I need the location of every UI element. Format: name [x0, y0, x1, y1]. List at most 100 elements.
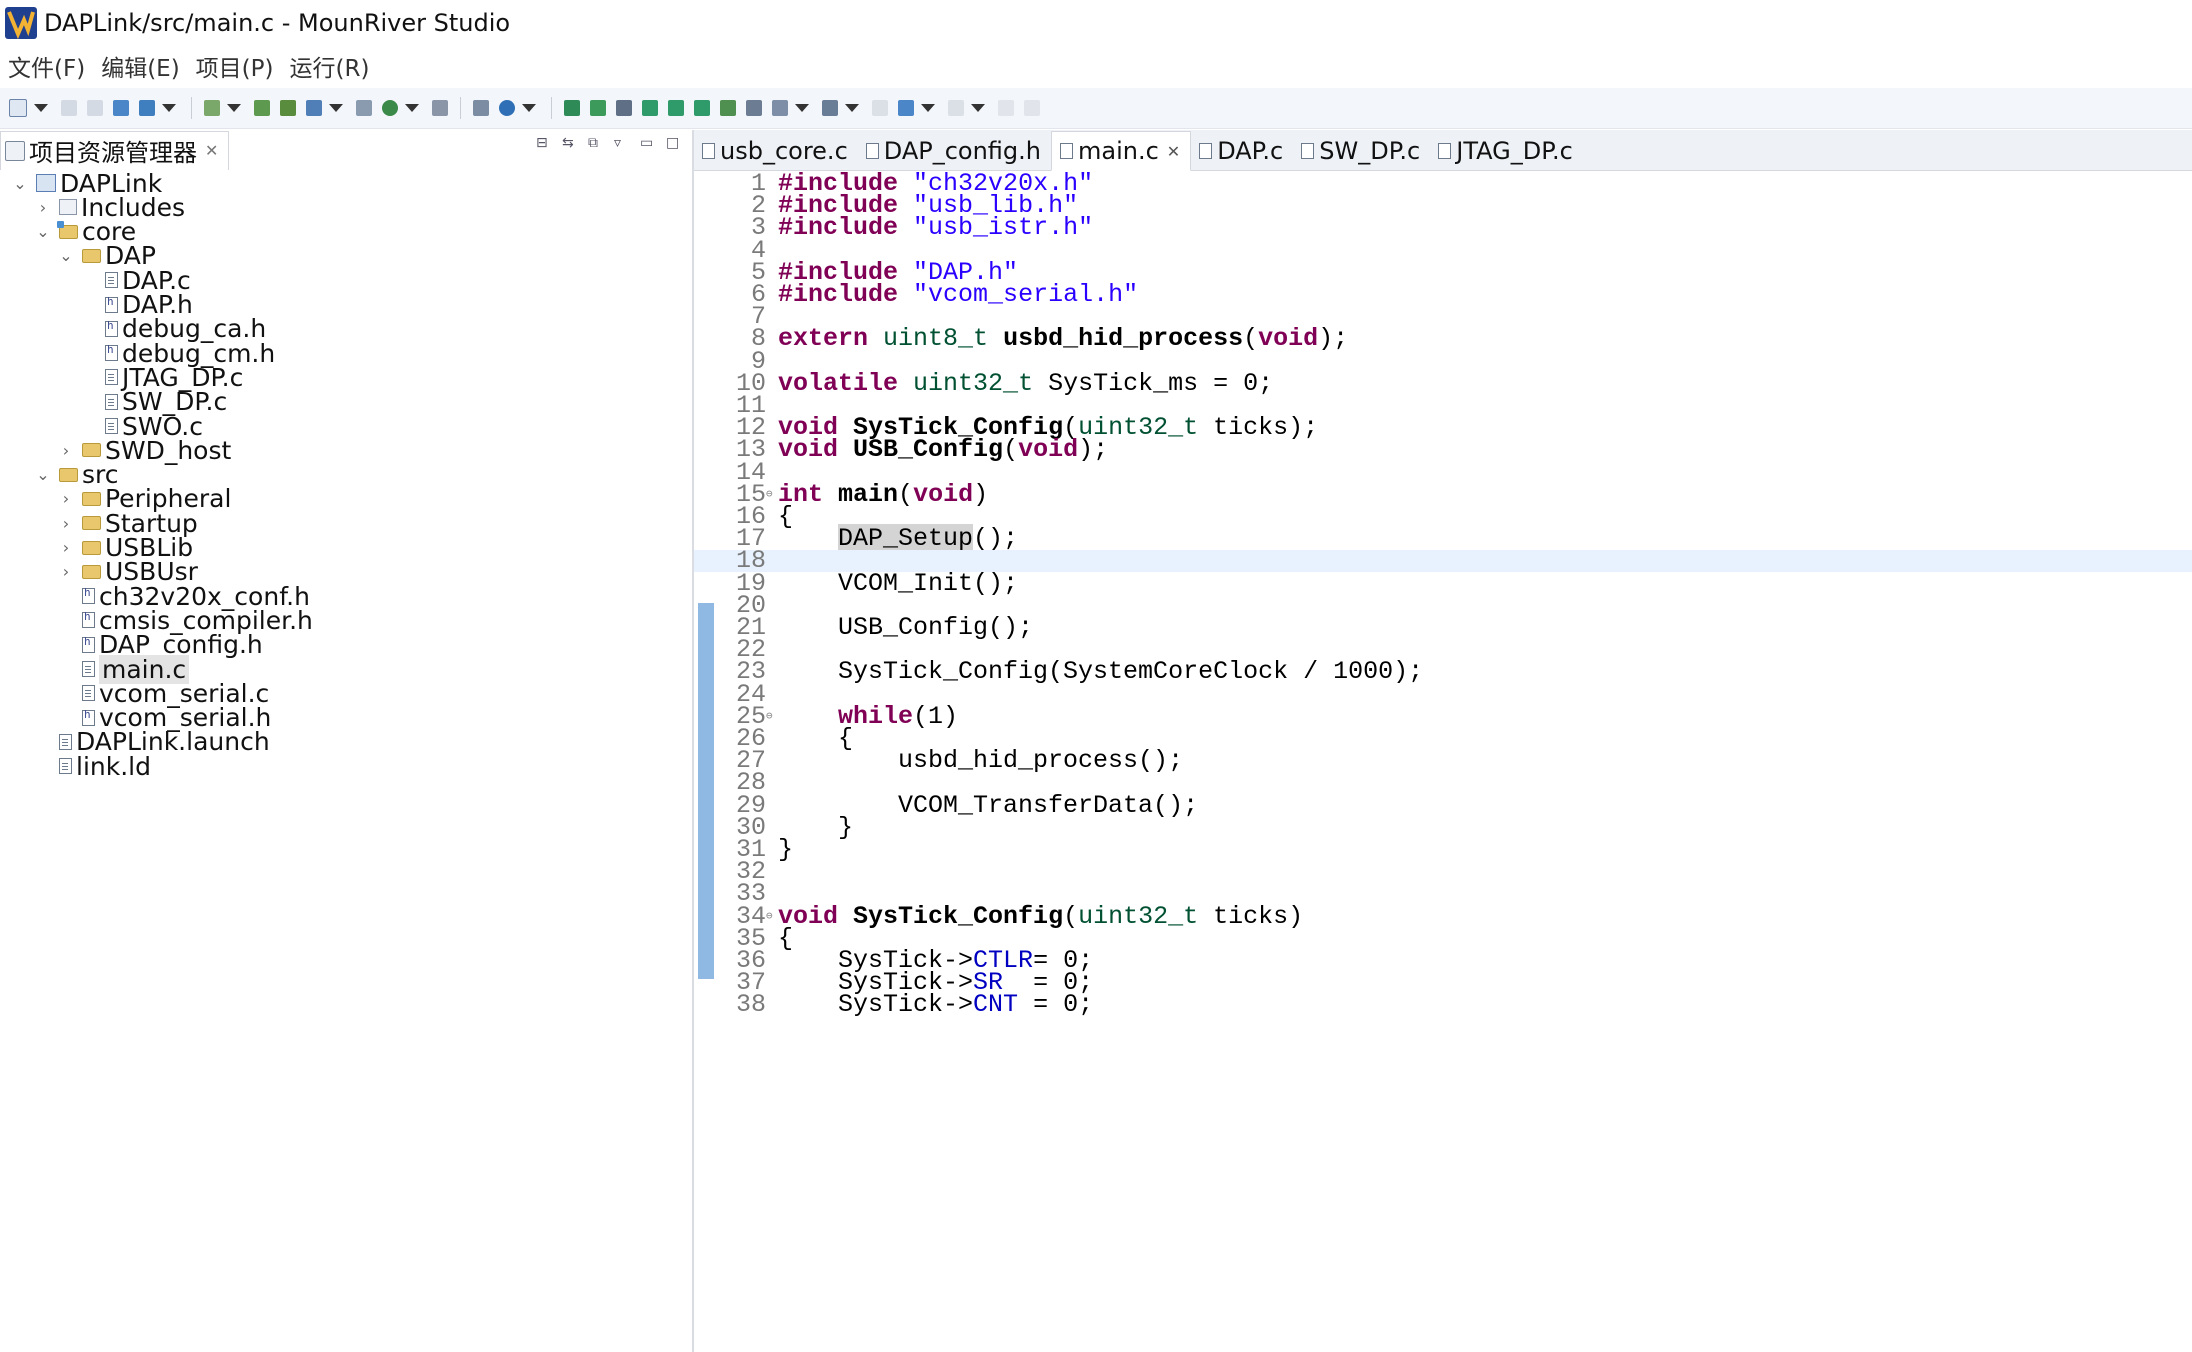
header-file-icon — [105, 343, 118, 362]
step-over-icon[interactable] — [694, 100, 710, 116]
console-icon[interactable] — [746, 100, 762, 116]
download-dropdown-icon[interactable] — [329, 104, 343, 112]
filter-icon[interactable]: ⧉ — [588, 136, 604, 150]
code-text: SysTick->CNT = 0; — [778, 990, 1094, 1020]
editor-tab[interactable]: DAP.c — [1191, 132, 1293, 170]
link-editor-icon[interactable]: ⇆ — [562, 136, 578, 150]
source-file-icon — [105, 418, 118, 434]
menu-edit[interactable]: 编辑(E) — [101, 49, 179, 83]
back-icon[interactable] — [898, 100, 914, 116]
tasks-dropdown-icon[interactable] — [845, 104, 859, 112]
save-all-icon[interactable] — [87, 100, 103, 116]
books-icon[interactable] — [280, 100, 296, 116]
editor-tab[interactable]: SW_DP.c — [1293, 132, 1430, 170]
code-line[interactable]: 13 void USB_Config(void); — [694, 437, 2192, 462]
code-line[interactable]: 10 volatile uint32_t SysTick_ms = 0; — [694, 371, 2192, 396]
fold-icon[interactable]: ⊖ — [766, 706, 773, 728]
close-tab-icon[interactable]: ✕ — [1167, 142, 1180, 161]
editor-tab[interactable]: usb_core.c — [694, 132, 858, 170]
window-title: DAPLink/src/main.c - MounRiver Studio — [44, 9, 511, 37]
code-line[interactable]: 3 #include "usb_istr.h" — [694, 215, 2192, 240]
tree-item[interactable]: link.ld — [0, 749, 151, 783]
new-dropdown-icon[interactable] — [34, 104, 48, 112]
build-icon[interactable] — [204, 100, 220, 116]
file-icon — [1301, 143, 1315, 159]
step-return-icon[interactable] — [720, 100, 736, 116]
layout-icon[interactable] — [473, 100, 489, 116]
resume-icon[interactable] — [590, 100, 606, 116]
window-dropdown-icon[interactable] — [162, 104, 176, 112]
code-line[interactable]: 23 SysTick_Config(SystemCoreClock / 1000… — [694, 657, 2192, 687]
code-line[interactable]: 29 VCOM_TransferData(); — [694, 793, 2192, 818]
source-file-icon — [105, 393, 118, 410]
chip-icon[interactable] — [356, 100, 372, 116]
code-line[interactable]: 38 SysTick->CNT = 0; — [694, 990, 2192, 1020]
menu-file[interactable]: 文件(F) — [8, 49, 85, 83]
menu-project[interactable]: 项目(P) — [196, 49, 274, 83]
search-icon[interactable] — [499, 100, 515, 116]
prev-annotation-icon[interactable] — [872, 100, 888, 116]
step-icon[interactable] — [642, 100, 658, 116]
code-line[interactable]: 30 } — [694, 815, 2192, 840]
window-icon[interactable] — [139, 100, 155, 116]
build-all-icon[interactable] — [254, 100, 270, 116]
debug-icon[interactable] — [382, 100, 398, 116]
download-icon[interactable] — [306, 100, 322, 116]
new-icon[interactable] — [9, 99, 27, 117]
code-line[interactable]: 27 usbd_hid_process(); — [694, 748, 2192, 773]
editor-tab[interactable]: main.c ✕ — [1051, 131, 1192, 171]
build-dropdown-icon[interactable] — [227, 104, 241, 112]
code-line[interactable]: 19 VCOM_Init(); — [694, 571, 2192, 596]
source-file-icon — [105, 272, 118, 289]
collapse-all-icon[interactable]: ⊟ — [536, 136, 552, 150]
code-line[interactable]: 6 #include "vcom_serial.h" — [694, 282, 2192, 307]
toolbar — [0, 88, 2192, 129]
code-line[interactable]: 15 ⊖ int main(void) — [694, 482, 2192, 507]
step-into-icon[interactable] — [668, 100, 684, 116]
file-icon — [1438, 143, 1452, 159]
code-text: SysTick_Config(SystemCoreClock / 1000); — [778, 657, 1424, 687]
grid-icon[interactable] — [113, 100, 129, 116]
header-file-icon — [82, 586, 95, 605]
code-line[interactable]: 8 extern uint8_t usbd_hid_process(void); — [694, 324, 2192, 354]
code-line[interactable]: 32 — [694, 859, 2192, 884]
view-menu-icon[interactable]: ▿ — [614, 136, 630, 150]
pin-icon[interactable] — [998, 100, 1014, 116]
code-line[interactable]: 17 DAP_Setup(); — [694, 524, 2192, 554]
code-line[interactable]: 21 USB_Config(); — [694, 613, 2192, 642]
editor-tab[interactable]: DAP_config.h — [858, 132, 1051, 170]
code-line[interactable]: 34 ⊖ void SysTick_Config(uint32_t ticks) — [694, 904, 2192, 929]
forward-dropdown-icon[interactable] — [971, 104, 985, 112]
editor-tab[interactable]: JTAG_DP.c — [1430, 132, 1583, 170]
source-file-icon — [105, 369, 118, 386]
tools-icon[interactable] — [432, 100, 448, 116]
save-icon[interactable] — [61, 100, 77, 116]
code-editor[interactable]: 1 #include "ch32v20x.h" 2 #include "usb_lib… — [694, 171, 2192, 1352]
back-dropdown-icon[interactable] — [921, 104, 935, 112]
menu-run[interactable]: 运行(R) — [290, 49, 370, 83]
folder-icon — [82, 248, 101, 263]
terminal-icon[interactable] — [616, 100, 632, 116]
file-icon — [1060, 143, 1073, 159]
fold-icon[interactable]: ⊖ — [766, 484, 773, 506]
forward-icon[interactable] — [948, 100, 964, 116]
folder-icon — [82, 443, 101, 458]
close-icon[interactable]: ✕ — [205, 141, 218, 160]
folder-icon — [82, 564, 101, 579]
project-explorer-tab[interactable]: 项目资源管理器 ✕ — [0, 130, 230, 170]
code-line[interactable]: 25 ⊖ while(1) — [694, 704, 2192, 729]
tasks-icon[interactable] — [822, 100, 838, 116]
code-line[interactable]: 31} — [694, 837, 2192, 862]
search-dropdown-icon[interactable] — [522, 104, 536, 112]
debug-dropdown-icon[interactable] — [405, 104, 419, 112]
code-text: USB_Config(); — [778, 613, 1034, 642]
link-icon[interactable] — [1024, 100, 1040, 116]
editor-tab-label: usb_core.c — [720, 137, 848, 165]
maximize-icon[interactable]: □ — [666, 136, 682, 150]
minimize-icon[interactable]: ▭ — [640, 136, 656, 150]
perspective-dropdown-icon[interactable] — [795, 104, 809, 112]
run-icon[interactable] — [564, 100, 580, 116]
code-text: extern uint8_t usbd_hid_process(void); — [778, 324, 1349, 354]
perspective-icon[interactable] — [772, 100, 788, 116]
fold-icon[interactable]: ⊖ — [766, 906, 773, 928]
